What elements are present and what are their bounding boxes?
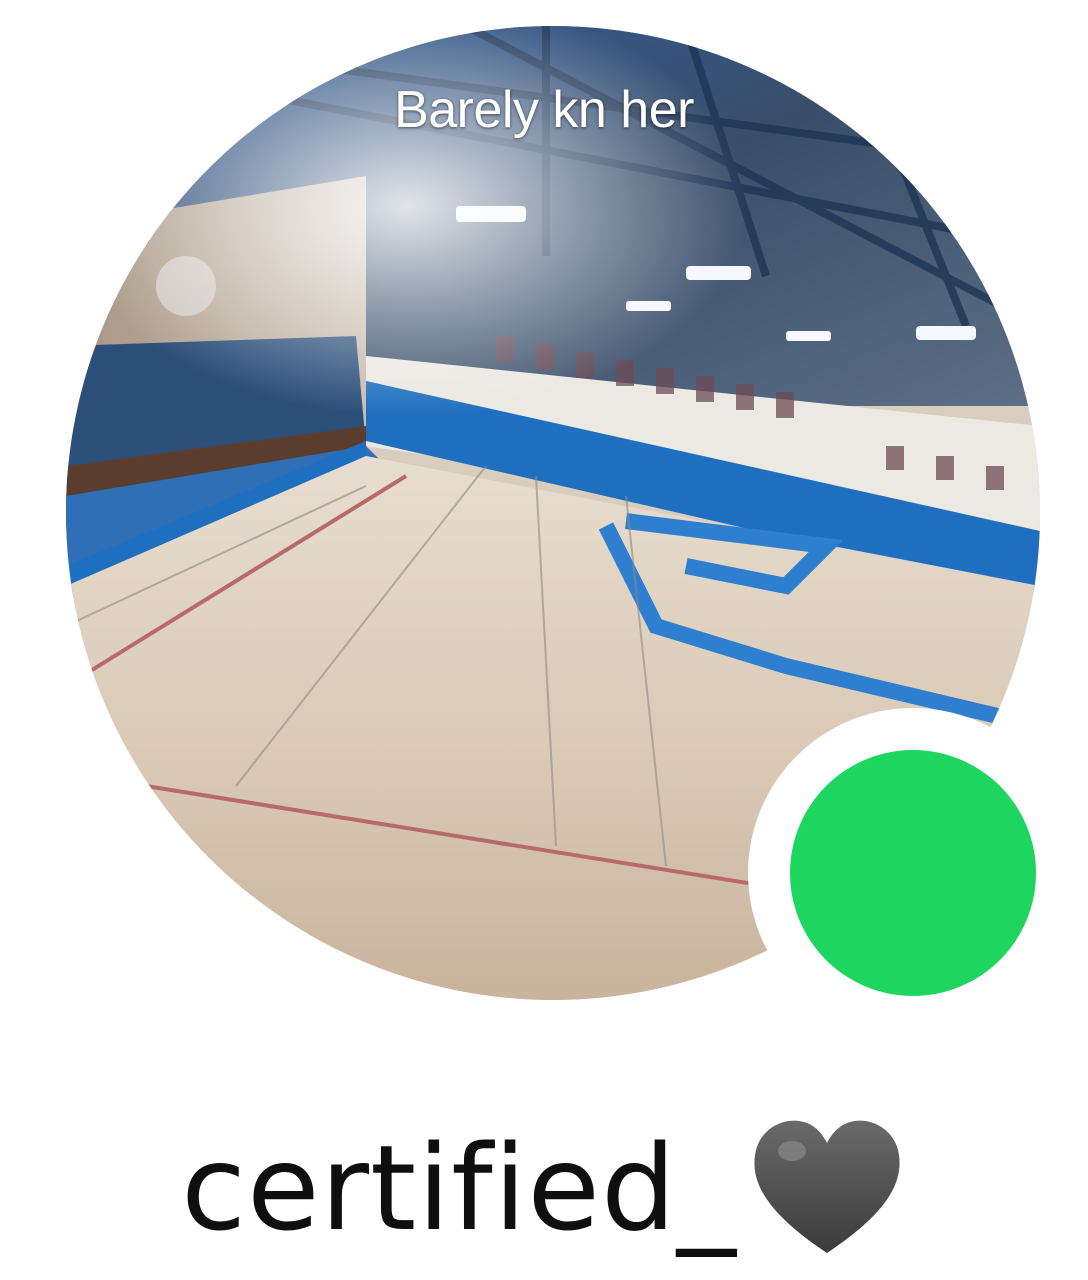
username-row: certified_ xyxy=(0,1108,1088,1268)
story-caption: Barely kn her xyxy=(394,81,694,139)
online-status-icon xyxy=(790,750,1036,996)
black-heart-icon xyxy=(754,1120,900,1253)
username: certified_ xyxy=(181,1119,737,1257)
profile-card: Barely kn her certified_ xyxy=(0,0,1088,1280)
